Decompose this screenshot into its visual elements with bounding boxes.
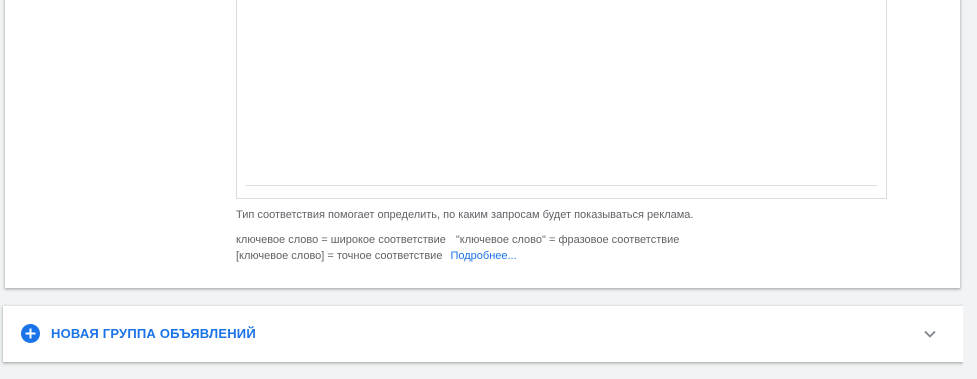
learn-more-link[interactable]: Подробнее... — [450, 250, 516, 262]
scrollbar-track[interactable] — [963, 0, 977, 379]
match-line-2: [ключевое слово] = точное соответствие По… — [236, 248, 679, 264]
phrase-match-example: "ключевое слово" = фразовое соответствие — [455, 234, 680, 246]
textarea-underline — [246, 185, 877, 186]
keywords-card: Тип соответствия помогает определить, по… — [5, 0, 960, 288]
add-circle-icon — [21, 324, 40, 343]
page: Тип соответствия помогает определить, по… — [0, 0, 977, 379]
match-type-examples: ключевое слово = широкое соответствие "кл… — [236, 232, 679, 264]
new-ad-group-button[interactable]: НОВАЯ ГРУППА ОБЪЯВЛЕНИЙ — [3, 306, 963, 362]
match-type-help-text: Тип соответствия помогает определить, по… — [236, 209, 694, 221]
exact-match-example: [ключевое слово] = точное соответствие — [236, 250, 443, 262]
new-ad-group-label: НОВАЯ ГРУППА ОБЪЯВЛЕНИЙ — [51, 326, 256, 341]
keywords-textarea[interactable] — [236, 0, 887, 199]
chevron-down-icon[interactable] — [923, 327, 937, 341]
broad-match-example: ключевое слово = широкое соответствие — [236, 234, 446, 246]
match-line-1: ключевое слово = широкое соответствие "кл… — [236, 232, 679, 248]
